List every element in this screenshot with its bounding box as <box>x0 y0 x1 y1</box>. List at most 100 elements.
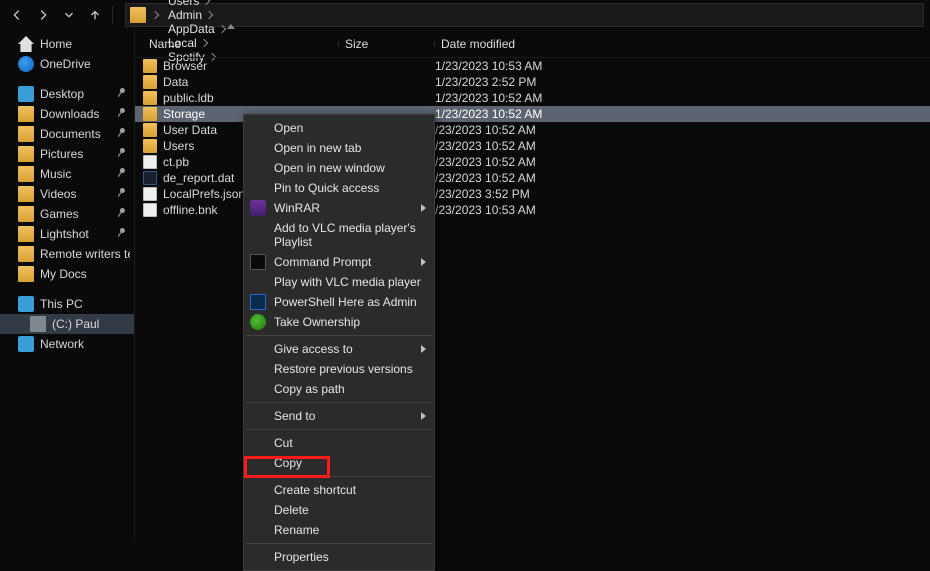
file-row[interactable]: Browser 1/23/2023 10:53 AM <box>135 58 930 74</box>
context-menu-item[interactable]: Add to VLC media player's Playlist <box>244 218 434 252</box>
folder-icon <box>18 186 34 202</box>
sidebar-item[interactable]: Lightshot <box>0 224 134 244</box>
folder-icon <box>18 246 34 262</box>
chevron-right-icon <box>202 0 210 5</box>
file-date: /23/2023 10:52 AM <box>435 139 930 153</box>
chevron-right-icon <box>421 345 426 353</box>
context-menu-item[interactable]: WinRAR <box>244 198 434 218</box>
forward-button[interactable] <box>32 4 54 26</box>
menu-item-label: Cut <box>274 436 293 450</box>
menu-separator <box>246 543 432 544</box>
sidebar-item[interactable]: This PC <box>0 294 134 314</box>
column-date[interactable]: Date modified <box>435 37 930 51</box>
sidebar-item[interactable]: Music <box>0 164 134 184</box>
column-size[interactable]: Size <box>339 37 435 51</box>
folder-icon <box>130 7 146 23</box>
sidebar-item-label: Pictures <box>40 147 83 161</box>
context-menu-item[interactable]: Command Prompt <box>244 252 434 272</box>
menu-item-label: Copy <box>274 456 302 470</box>
folder-icon <box>143 123 157 137</box>
sidebar-item[interactable]: Videos <box>0 184 134 204</box>
sidebar-item[interactable]: Desktop <box>0 84 134 104</box>
column-name[interactable]: Name <box>143 37 339 51</box>
file-name: ct.pb <box>163 155 189 169</box>
context-menu-item[interactable]: Copy <box>244 453 434 473</box>
menu-item-label: Open <box>274 121 303 135</box>
recent-button[interactable] <box>58 4 80 26</box>
context-menu-item[interactable]: Give access to <box>244 339 434 359</box>
breadcrumb-segment[interactable]: Users <box>164 0 229 8</box>
context-menu-item[interactable]: Create shortcut <box>244 480 434 500</box>
context-menu-item[interactable]: PowerShell Here as Admin <box>244 292 434 312</box>
pin-icon <box>116 187 130 201</box>
ps-icon <box>250 294 266 310</box>
context-menu-item[interactable]: Open in new tab <box>244 138 434 158</box>
chevron-right-icon <box>151 11 159 19</box>
sidebar-item[interactable]: (C:) Paul <box>0 314 134 334</box>
sidebar-item[interactable]: Network <box>0 334 134 354</box>
sidebar-item[interactable]: OneDrive <box>0 54 134 74</box>
sidebar-item[interactable]: Pictures <box>0 144 134 164</box>
folder-icon <box>143 59 157 73</box>
pin-icon <box>116 167 130 181</box>
file-date: 1/23/2023 10:52 AM <box>435 107 930 121</box>
file-row[interactable]: public.ldb1/23/2023 10:52 AM <box>135 90 930 106</box>
sidebar-item[interactable]: My Docs <box>0 264 134 284</box>
sidebar-item-label: Lightshot <box>40 227 89 241</box>
sidebar: HomeOneDrive Desktop Downloads Documents Pi… <box>0 30 135 540</box>
sidebar-item[interactable]: Documents <box>0 124 134 144</box>
sidebar-item[interactable]: Games <box>0 204 134 224</box>
context-menu-item[interactable]: Play with VLC media player <box>244 272 434 292</box>
drive-icon <box>30 316 46 332</box>
sidebar-item[interactable]: Remote writers tech <box>0 244 134 264</box>
sidebar-item[interactable]: Downloads <box>0 104 134 124</box>
back-button[interactable] <box>6 4 28 26</box>
chevron-right-icon <box>421 412 426 420</box>
context-menu-item[interactable]: Delete <box>244 500 434 520</box>
file-row[interactable]: Data1/23/2023 2:52 PM <box>135 74 930 90</box>
pin-icon <box>116 227 130 241</box>
context-menu-item[interactable]: Open in new window <box>244 158 434 178</box>
menu-separator <box>246 476 432 477</box>
address-bar[interactable]: This PC(C:) PaulUsersAdminAppDataLocalSp… <box>125 3 924 27</box>
file-name: User Data <box>163 123 217 137</box>
menu-item-label: Play with VLC media player <box>274 275 421 289</box>
menu-item-label: Give access to <box>274 342 353 356</box>
context-menu-item[interactable]: Pin to Quick access <box>244 178 434 198</box>
breadcrumb-segment[interactable]: Admin <box>164 8 229 22</box>
context-menu-item[interactable]: Send to <box>244 406 434 426</box>
context-menu-item[interactable]: Rename <box>244 520 434 540</box>
context-menu-item[interactable]: Properties <box>244 547 434 567</box>
file-name: Data <box>163 75 188 89</box>
menu-item-label: Add to VLC media player's Playlist <box>274 221 426 249</box>
context-menu-item[interactable]: Copy as path <box>244 379 434 399</box>
up-button[interactable] <box>84 4 106 26</box>
cloud-icon <box>18 56 34 72</box>
context-menu-item[interactable]: Take Ownership <box>244 312 434 332</box>
file-name: Browser <box>163 59 207 73</box>
sidebar-item[interactable]: Home <box>0 34 134 54</box>
sidebar-item-label: Desktop <box>40 87 84 101</box>
winrar-icon <box>250 200 266 216</box>
folder-icon <box>18 266 34 282</box>
file-name: public.ldb <box>163 91 214 105</box>
folder-icon <box>18 206 34 222</box>
column-headers[interactable]: Name Size Date modified <box>135 30 930 58</box>
pin-icon <box>116 147 130 161</box>
file-date: /23/2023 10:52 AM <box>435 155 930 169</box>
folder-icon <box>143 139 157 153</box>
context-menu-item[interactable]: Restore previous versions <box>244 359 434 379</box>
net-icon <box>18 336 34 352</box>
file-date: 1/23/2023 10:53 AM <box>435 59 930 73</box>
sidebar-item-label: Documents <box>40 127 101 141</box>
context-menu-item[interactable]: Cut <box>244 433 434 453</box>
context-menu-item[interactable]: Open <box>244 118 434 138</box>
context-menu: Open Open in new tabOpen in new windowPin… <box>243 114 435 571</box>
menu-item-label: Delete <box>274 503 309 517</box>
sort-ascending-icon <box>227 24 235 29</box>
file-icon <box>143 155 157 169</box>
file-date: /23/2023 10:52 AM <box>435 123 930 137</box>
folder-icon <box>143 91 157 105</box>
cmd-icon <box>250 254 266 270</box>
file-name: offline.bnk <box>163 203 218 217</box>
